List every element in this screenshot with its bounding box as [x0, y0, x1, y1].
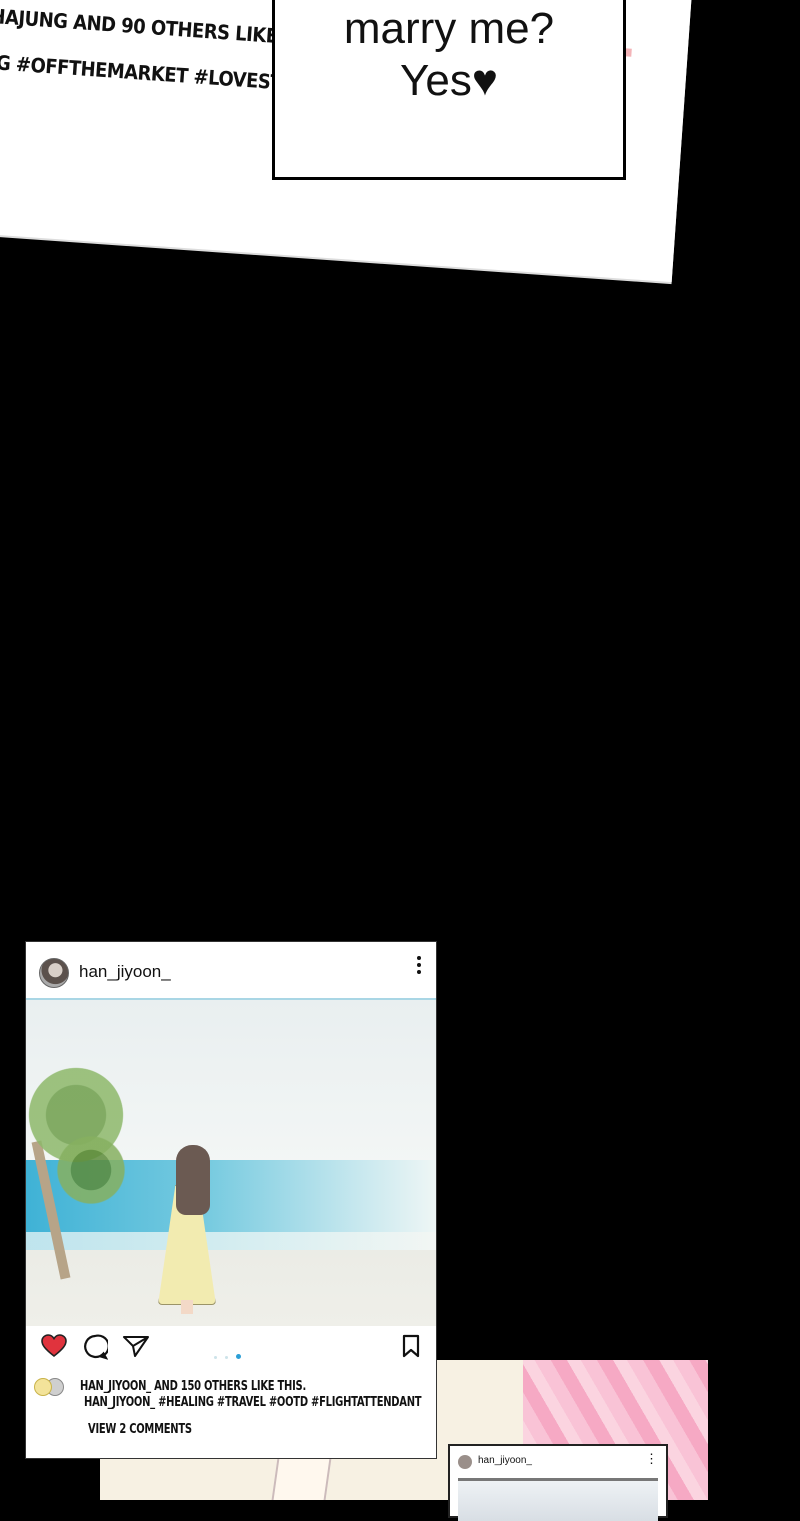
carousel-indicator [214, 1346, 249, 1364]
view-comments-link[interactable]: VIEW 2 COMMENTS [88, 1422, 192, 1437]
heart-icon[interactable] [41, 1334, 67, 1363]
message-line-1: marry me? [343, 4, 555, 53]
sand [26, 1250, 436, 1326]
more-options-icon[interactable] [416, 956, 422, 976]
mini-username: han_jiyoon_ [478, 1455, 532, 1466]
woman-feet [181, 1300, 193, 1314]
mini-avatar [458, 1455, 472, 1469]
post-caption: HAN_JIYOON_ #HEALING #TRAVEL #OOTD #FLIG… [84, 1395, 422, 1410]
palm-leaves-lower [46, 1135, 136, 1205]
instagram-post: han_jiyoon_ HAN_JIYOON_ AND 150 OTHERS L… [25, 941, 437, 1459]
message-line-2: Yes♥ [400, 56, 498, 105]
liker-avatars [32, 1378, 68, 1396]
woman-hair [176, 1145, 210, 1215]
post-image-beach[interactable] [26, 1000, 436, 1326]
send-icon[interactable] [122, 1334, 150, 1363]
username[interactable]: han_jiyoon_ [79, 962, 171, 982]
comment-icon[interactable] [82, 1334, 110, 1365]
post-header: han_jiyoon_ [26, 942, 436, 1001]
likes-count-text[interactable]: HAN_JIYOON_ AND 150 OTHERS LIKE THIS. [80, 1379, 306, 1394]
mini-post-card: han_jiyoon_ ⋮ [448, 1444, 668, 1521]
bookmark-icon[interactable] [402, 1334, 420, 1363]
mini-more-icon[interactable]: ⋮ [645, 1451, 658, 1467]
post-actions-bar [26, 1334, 436, 1364]
avatar[interactable] [39, 958, 69, 988]
message-box: marry me? Yes♥ [272, 0, 626, 180]
